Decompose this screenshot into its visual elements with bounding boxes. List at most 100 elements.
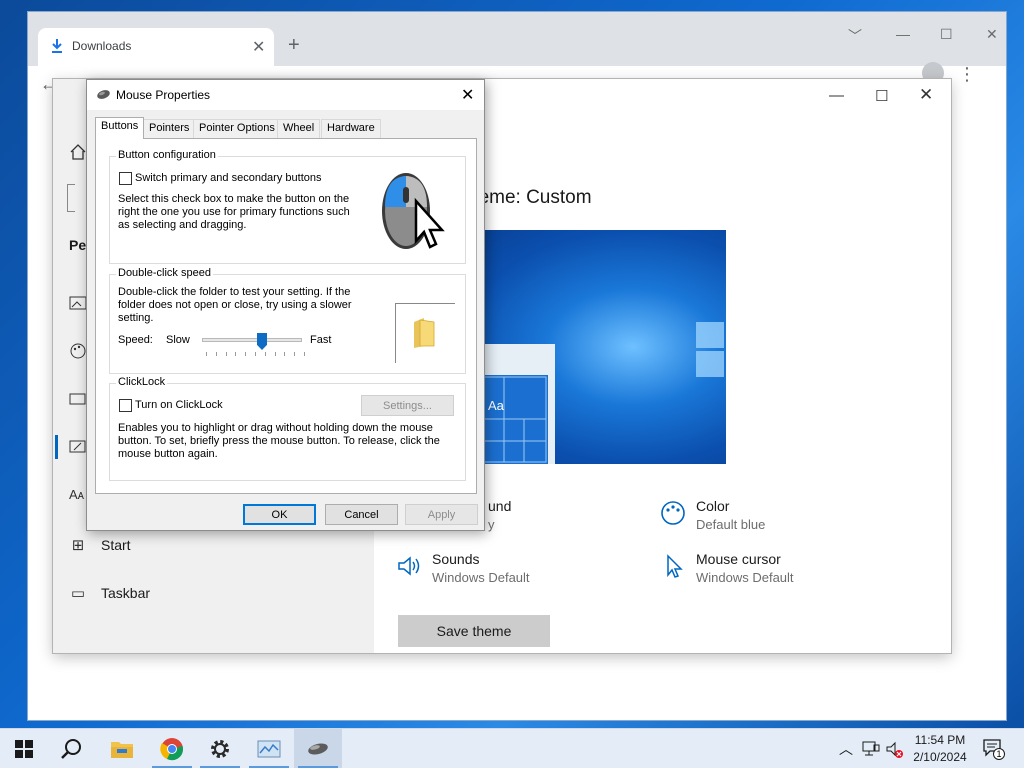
settings-taskbar-button[interactable] <box>196 729 244 768</box>
control-panel-taskbar-button[interactable] <box>245 729 293 768</box>
ok-button[interactable]: OK <box>243 504 316 525</box>
sidebar-item-start[interactable]: ⊞ Start <box>69 533 131 557</box>
slider-tick <box>294 352 296 356</box>
mouse-icon <box>308 743 328 755</box>
preview-tile-text: Aa <box>488 398 504 413</box>
palette-icon <box>661 501 685 525</box>
dialog-title: Mouse Properties <box>116 88 211 102</box>
double-click-speed-group: Double-click speed Double-click the fold… <box>109 267 466 374</box>
tab-buttons[interactable]: Buttons <box>95 117 145 139</box>
apply-button[interactable]: Apply <box>405 504 478 525</box>
mouse-properties-dialog: Mouse Properties ✕ Buttons Pointers Poin… <box>86 79 485 531</box>
tab-title: Downloads <box>72 39 132 53</box>
chrome-taskbar-button[interactable] <box>148 729 196 768</box>
chrome-close-button[interactable]: ✕ <box>986 26 998 43</box>
mouse-icon <box>97 90 110 99</box>
slider-tick <box>235 352 237 356</box>
chrome-maximize-button[interactable]: ☐ <box>940 26 953 43</box>
slider-tick <box>284 352 286 356</box>
slider-tick <box>225 352 227 356</box>
clicklock-group: ClickLock Turn on ClickLock Settings... … <box>109 376 466 481</box>
slider-track <box>202 338 302 342</box>
colors-nav-icon[interactable] <box>69 342 87 360</box>
notification-center-button[interactable]: 1 <box>982 737 1005 760</box>
sidebar-heading-personalization: Pe <box>69 237 87 253</box>
chrome-minimize-button[interactable]: — <box>896 26 910 42</box>
chrome-menu-icon[interactable]: ⋮ <box>958 64 976 85</box>
tab-hardware[interactable]: Hardware <box>321 119 381 138</box>
option-title: und <box>488 498 512 514</box>
option-subtitle: Default blue <box>696 517 766 532</box>
tab-downloads[interactable]: Downloads ✕ <box>38 28 274 66</box>
group-label: ClickLock <box>116 376 168 388</box>
fast-label: Fast <box>310 334 332 346</box>
tab-pointers[interactable]: Pointers <box>143 119 196 138</box>
mouse-properties-taskbar-button[interactable] <box>294 729 342 768</box>
themes-nav-icon[interactable] <box>69 439 87 455</box>
new-tab-button[interactable]: + <box>288 34 300 57</box>
sidebar-item-taskbar[interactable]: ▭ Taskbar <box>69 581 150 605</box>
mouse-cursor-option[interactable]: Mouse cursor Windows Default <box>660 551 860 591</box>
clock-date: 2/10/2024 <box>913 750 967 764</box>
network-icon[interactable] <box>862 741 880 757</box>
slider-thumb[interactable] <box>257 333 267 350</box>
option-subtitle: Windows Default <box>696 570 794 585</box>
tab-pointer-options[interactable]: Pointer Options <box>193 119 281 138</box>
search-icon <box>61 739 81 759</box>
sidebar-selection-indicator <box>55 435 58 459</box>
gear-icon <box>211 740 229 758</box>
control-panel-icon <box>257 740 281 758</box>
cancel-button[interactable]: Cancel <box>325 504 398 525</box>
buttons-tab-panel: Button configuration Switch primary and … <box>95 138 477 494</box>
folder-icon <box>111 742 133 758</box>
save-theme-button[interactable]: Save theme <box>398 615 550 647</box>
option-title: Mouse cursor <box>696 551 781 567</box>
start-button[interactable] <box>0 729 48 768</box>
sidebar-item-label: Start <box>101 537 131 553</box>
file-explorer-taskbar-button[interactable] <box>98 729 146 768</box>
background-nav-icon[interactable] <box>69 295 87 311</box>
fonts-nav-icon[interactable]: Aᴀ <box>69 487 84 502</box>
double-click-speed-slider[interactable] <box>202 330 305 360</box>
system-clock[interactable]: 11:54 PM 2/10/2024 <box>900 732 980 766</box>
close-tab-icon[interactable]: ✕ <box>252 37 265 57</box>
notification-badge: 1 <box>993 748 1005 760</box>
option-subtitle: y <box>488 517 495 532</box>
tab-search-icon[interactable]: ﹀ <box>848 26 862 46</box>
home-icon[interactable] <box>69 143 87 161</box>
search-box-edge[interactable] <box>67 184 75 212</box>
windows-logo-glow <box>696 322 726 378</box>
color-option[interactable]: Color Default blue <box>660 498 860 538</box>
lockscreen-nav-icon[interactable] <box>69 392 87 408</box>
group-label: Double-click speed <box>116 267 213 279</box>
switch-buttons-checkbox[interactable] <box>119 172 132 185</box>
clicklock-checkbox[interactable] <box>119 399 132 412</box>
taskbar: ︿ 11:54 PM 2/10/2024 1 <box>0 728 1024 768</box>
dialog-close-icon[interactable]: ✕ <box>461 85 474 105</box>
slider-tick <box>245 352 247 356</box>
show-hidden-icons-chevron-icon[interactable]: ︿ <box>839 729 853 768</box>
option-subtitle: Windows Default <box>432 570 530 585</box>
clicklock-settings-button[interactable]: Settings... <box>361 395 454 416</box>
chrome-tab-strip: Downloads ✕ + ﹀ — ☐ ✕ <box>28 12 1006 66</box>
slider-tick <box>264 352 266 356</box>
checkbox-label: Switch primary and secondary buttons <box>135 172 322 184</box>
dialog-titlebar: Mouse Properties ✕ <box>87 80 484 110</box>
download-icon <box>52 39 62 53</box>
start-icon: ⊞ <box>71 537 85 554</box>
folder-icon <box>414 318 435 348</box>
search-button[interactable] <box>48 729 96 768</box>
option-title: Sounds <box>432 551 480 567</box>
speed-label: Speed: <box>118 334 153 346</box>
slider-tick <box>274 352 276 356</box>
slider-tick <box>215 352 217 356</box>
slider-tick <box>304 352 305 356</box>
windows-logo-icon <box>15 740 33 758</box>
sounds-option[interactable]: Sounds Windows Default <box>396 551 596 591</box>
test-folder-area[interactable] <box>395 303 455 363</box>
slow-label: Slow <box>166 334 190 346</box>
button-config-description: Select this check box to make the button… <box>118 193 350 231</box>
current-theme-heading: heme: Custom <box>468 187 592 208</box>
clock-time: 11:54 PM <box>914 733 966 747</box>
tab-wheel[interactable]: Wheel <box>277 119 321 138</box>
